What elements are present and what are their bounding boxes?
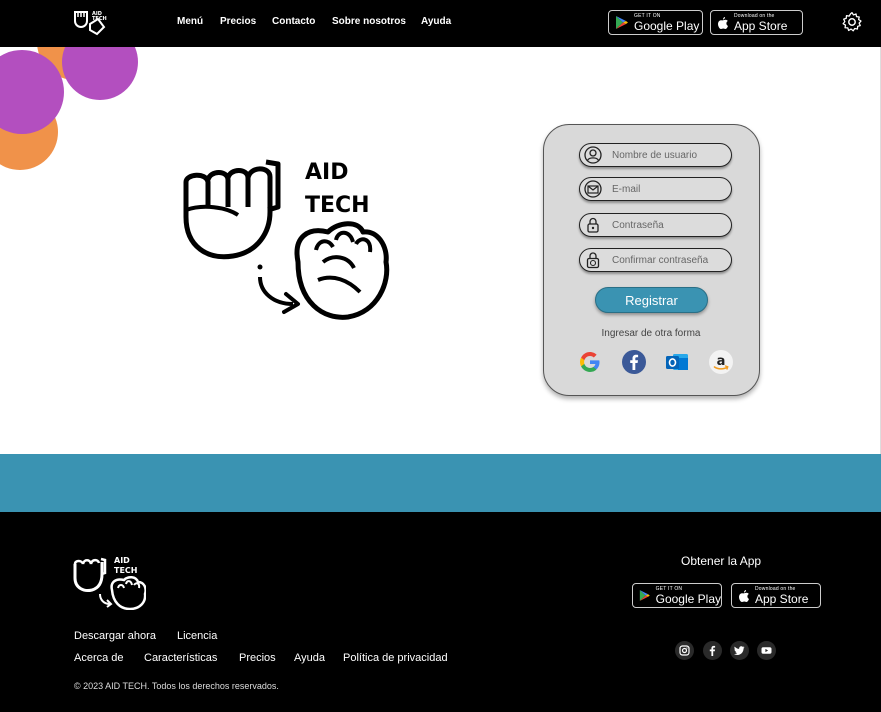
svg-text:AID: AID xyxy=(114,556,130,565)
badge-small-text: GET IT ON xyxy=(655,585,683,592)
nav-item-contacto[interactable]: Contacto xyxy=(272,16,315,27)
nav-item-precios[interactable]: Precios xyxy=(220,16,256,27)
brand-line1: AID xyxy=(305,160,349,185)
lock-check-icon xyxy=(586,252,600,269)
nav-item-ayuda[interactable]: Ayuda xyxy=(421,16,451,27)
decorative-blobs xyxy=(0,47,138,170)
outlook-icon[interactable] xyxy=(664,349,690,375)
svg-text:TECH: TECH xyxy=(92,16,107,22)
password-input[interactable] xyxy=(612,219,730,231)
badge-small-text: Download on the xyxy=(755,585,796,592)
email-input[interactable] xyxy=(612,183,730,195)
email-icon xyxy=(584,180,602,198)
google-play-icon xyxy=(616,16,628,29)
twitter-icon[interactable] xyxy=(730,641,749,660)
username-input[interactable] xyxy=(612,149,730,161)
apple-icon xyxy=(739,589,749,602)
badge-big-text: App Store xyxy=(755,591,809,606)
svg-text:TECH: TECH xyxy=(114,566,138,575)
aid-tech-footer-logo[interactable]: AID TECH xyxy=(72,554,146,610)
amazon-icon[interactable]: a xyxy=(708,349,734,375)
instagram-icon[interactable] xyxy=(675,641,694,660)
footer-link-acerca[interactable]: Acerca de xyxy=(74,652,124,664)
badge-big-text: App Store xyxy=(734,18,788,33)
badge-big-text: Google Play xyxy=(634,18,700,33)
badge-small-text: GET IT ON xyxy=(634,12,661,19)
settings-gear-icon[interactable] xyxy=(841,11,863,33)
confirm-password-field[interactable] xyxy=(579,248,732,272)
register-card: Registrar Ingresar de otra forma a xyxy=(543,124,760,396)
apple-icon xyxy=(718,16,728,29)
footer-link-ayuda[interactable]: Ayuda xyxy=(294,652,325,664)
youtube-icon[interactable] xyxy=(757,641,776,660)
top-navbar: AID TECH Menú Precios Contacto Sobre nos… xyxy=(0,0,881,47)
footer-facebook-icon[interactable] xyxy=(703,641,722,660)
get-app-heading: Obtener la App xyxy=(681,554,762,568)
lock-icon xyxy=(587,217,599,233)
nav-item-menu[interactable]: Menú xyxy=(177,16,203,27)
user-icon xyxy=(584,146,602,164)
footer-app-store-badge[interactable]: Download on the App Store xyxy=(731,583,821,608)
footer-link-descargar[interactable]: Descargar ahora xyxy=(74,630,156,642)
footer-link-precios[interactable]: Precios xyxy=(239,652,276,664)
nav-item-sobre-nosotros[interactable]: Sobre nosotros xyxy=(332,16,406,27)
google-play-icon xyxy=(639,590,650,601)
footer-link-licencia[interactable]: Licencia xyxy=(177,630,217,642)
register-button[interactable]: Registrar xyxy=(595,287,708,313)
svg-text:a: a xyxy=(717,354,726,369)
footer-link-privacidad[interactable]: Política de privacidad xyxy=(343,652,448,664)
badge-big-text: Google Play xyxy=(655,591,721,606)
email-field[interactable] xyxy=(579,177,732,201)
facebook-icon[interactable] xyxy=(621,349,647,375)
footer-link-caracteristicas[interactable]: Características xyxy=(144,652,217,664)
accent-band xyxy=(0,454,881,512)
brand-line2: TECH xyxy=(305,193,370,218)
password-field[interactable] xyxy=(579,213,732,237)
google-icon[interactable] xyxy=(577,349,603,375)
app-store-badge[interactable]: Download on the App Store xyxy=(710,10,803,35)
footer-google-play-badge[interactable]: GET IT ON Google Play xyxy=(632,583,722,608)
badge-small-text: Download on the xyxy=(734,12,775,19)
confirm-password-input[interactable] xyxy=(612,254,730,266)
copyright-text: © 2023 AID TECH. Todos los derechos rese… xyxy=(74,681,279,691)
google-play-badge[interactable]: GET IT ON Google Play xyxy=(608,10,703,35)
alt-login-label: Ingresar de otra forma xyxy=(601,328,701,339)
aid-tech-hero-logo xyxy=(183,159,390,320)
username-field[interactable] xyxy=(579,143,732,167)
aid-tech-logo-icon[interactable]: AID TECH xyxy=(72,8,108,38)
footer: AID TECH Descargar ahora Licencia Acerca… xyxy=(0,512,881,712)
